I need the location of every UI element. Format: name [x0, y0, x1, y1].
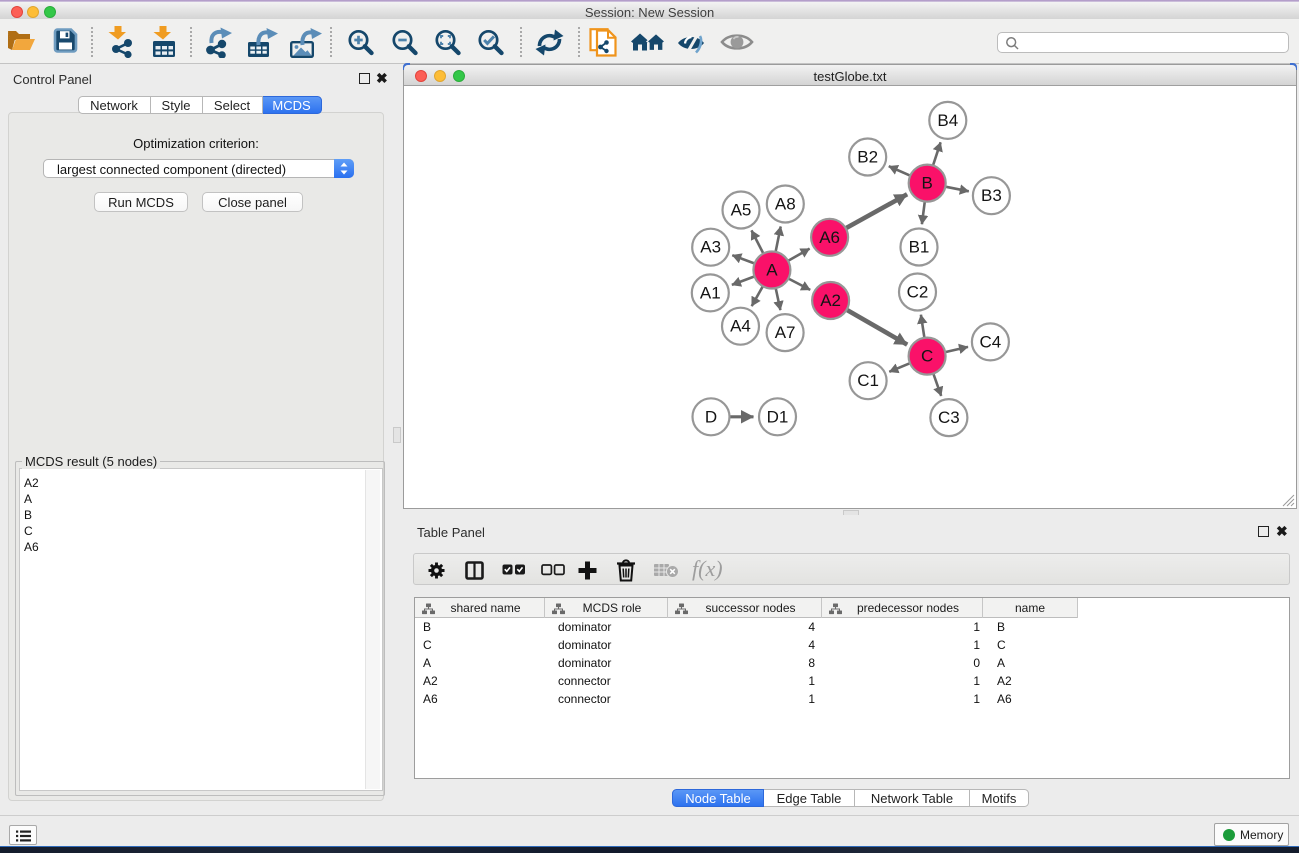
svg-text:A3: A3 — [700, 238, 721, 257]
svg-text:C1: C1 — [857, 371, 879, 390]
svg-text:C: C — [921, 347, 933, 366]
svg-text:B: B — [922, 174, 933, 193]
svg-text:A6: A6 — [819, 228, 840, 247]
svg-text:C4: C4 — [980, 332, 1002, 351]
svg-text:B1: B1 — [909, 238, 930, 257]
svg-text:A5: A5 — [731, 201, 752, 220]
svg-text:A4: A4 — [730, 317, 751, 336]
svg-text:D: D — [705, 407, 717, 426]
svg-text:A1: A1 — [700, 283, 721, 302]
svg-text:A8: A8 — [775, 195, 796, 214]
svg-text:B3: B3 — [981, 186, 1002, 205]
svg-text:A7: A7 — [775, 323, 796, 342]
svg-text:A: A — [766, 261, 778, 280]
svg-text:C2: C2 — [907, 283, 929, 302]
svg-text:C3: C3 — [938, 408, 960, 427]
svg-text:A2: A2 — [820, 291, 841, 310]
svg-text:B4: B4 — [937, 111, 958, 130]
svg-text:D1: D1 — [767, 407, 789, 426]
svg-text:B2: B2 — [857, 148, 878, 167]
